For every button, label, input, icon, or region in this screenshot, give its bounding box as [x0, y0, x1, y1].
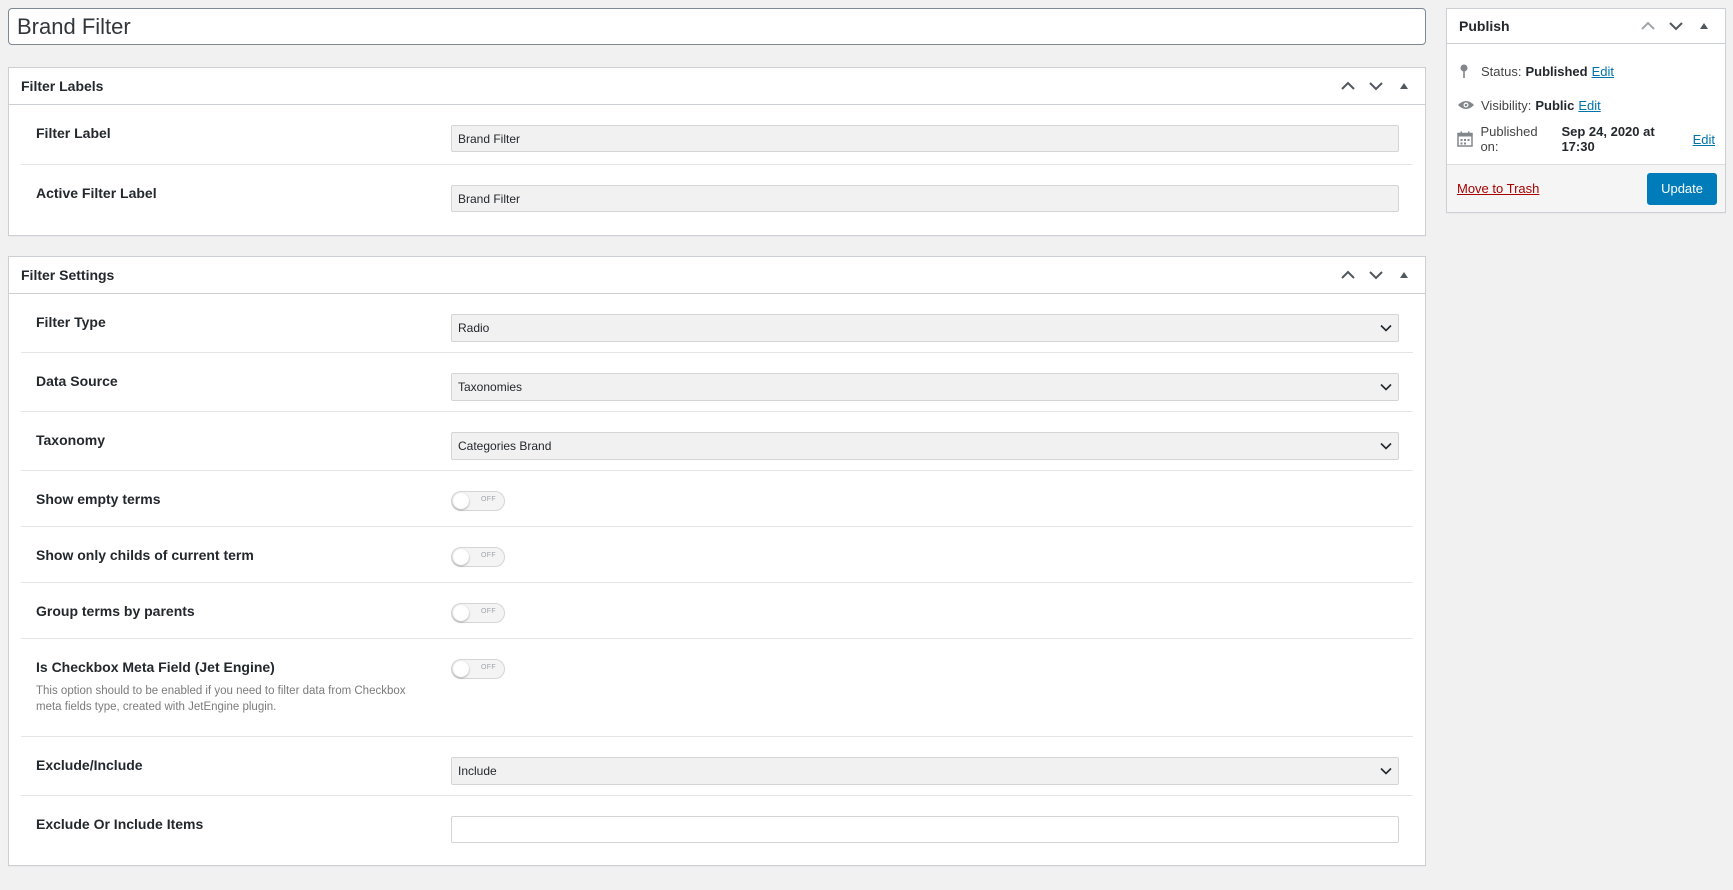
taxonomy-value: Categories Brand — [458, 439, 552, 453]
taxonomy-select[interactable]: Categories Brand — [451, 432, 1399, 460]
exclude-include-value: Include — [458, 764, 497, 778]
exclude-include-label: Exclude/Include — [36, 757, 143, 773]
active-filter-label-label: Active Filter Label — [36, 185, 157, 201]
filter-labels-box: Filter Labels Filter Label Brand Filter … — [8, 67, 1426, 236]
switch-state: OFF — [481, 664, 496, 671]
edit-date-link[interactable]: Edit — [1693, 132, 1715, 147]
is-checkbox-meta-label: Is Checkbox Meta Field (Jet Engine) — [36, 659, 275, 675]
chevron-down-icon — [1380, 767, 1392, 775]
status-value: Published — [1525, 63, 1588, 79]
filter-type-row: Filter Type Radio — [21, 294, 1413, 353]
edit-status-link[interactable]: Edit — [1592, 64, 1614, 79]
move-down-button[interactable] — [1663, 13, 1689, 39]
filter-labels-title: Filter Labels — [21, 78, 104, 94]
exclude-include-row: Exclude/Include Include — [21, 737, 1413, 796]
show-empty-terms-label: Show empty terms — [36, 491, 161, 507]
switch-knob — [453, 661, 469, 677]
toggle-panel-button[interactable] — [1391, 73, 1417, 99]
exclude-include-items-row: Exclude Or Include Items — [21, 796, 1413, 865]
show-only-childs-label: Show only childs of current term — [36, 547, 254, 563]
triangle-up-icon — [1400, 83, 1408, 89]
move-down-button[interactable] — [1363, 262, 1389, 288]
exclude-include-select[interactable]: Include — [451, 757, 1399, 785]
chevron-down-icon — [1380, 324, 1392, 332]
move-up-button[interactable] — [1635, 13, 1661, 39]
filter-settings-title: Filter Settings — [21, 267, 115, 283]
active-filter-label-row: Active Filter Label Brand Filter — [21, 165, 1413, 235]
filter-settings-box: Filter Settings Filter Type Radio Data S… — [8, 256, 1426, 866]
switch-knob — [453, 605, 469, 621]
eye-icon — [1457, 99, 1481, 111]
filter-type-value: Radio — [458, 321, 490, 335]
filter-label-input[interactable]: Brand Filter — [451, 125, 1399, 152]
exclude-include-items-input[interactable] — [451, 816, 1399, 843]
publish-actions: Move to Trash Update — [1447, 164, 1725, 212]
switch-knob — [453, 549, 469, 565]
switch-state: OFF — [481, 608, 496, 615]
switch-knob — [453, 493, 469, 509]
edit-visibility-link[interactable]: Edit — [1578, 98, 1600, 113]
triangle-up-icon — [1400, 272, 1408, 278]
taxonomy-row: Taxonomy Categories Brand — [21, 412, 1413, 471]
group-terms-switch[interactable]: OFF — [451, 603, 505, 623]
toggle-panel-button[interactable] — [1691, 13, 1717, 39]
sidebar: Publish Status: Published Edit Visibilit… — [1446, 8, 1726, 213]
status-row: Status: Published Edit — [1457, 54, 1715, 88]
group-terms-row: Group terms by parents OFF — [21, 583, 1413, 639]
status-label: Status: — [1481, 63, 1522, 79]
publish-title: Publish — [1459, 18, 1510, 34]
calendar-icon — [1457, 131, 1480, 147]
chevron-down-icon — [1380, 383, 1392, 391]
exclude-include-items-label: Exclude Or Include Items — [36, 816, 204, 832]
chevron-down-icon — [1669, 22, 1683, 31]
show-empty-terms-row: Show empty terms OFF — [21, 471, 1413, 527]
show-only-childs-row: Show only childs of current term OFF — [21, 527, 1413, 583]
taxonomy-label: Taxonomy — [36, 432, 105, 448]
group-terms-label: Group terms by parents — [36, 603, 195, 619]
visibility-row: Visibility: Public Edit — [1457, 88, 1715, 122]
publish-header: Publish — [1447, 9, 1725, 44]
main-column: Brand Filter Filter Labels Filter Label … — [8, 8, 1426, 866]
filter-label-label: Filter Label — [36, 125, 111, 141]
filter-labels-header: Filter Labels — [9, 68, 1425, 105]
is-checkbox-meta-switch[interactable]: OFF — [451, 659, 505, 679]
filter-label-row: Filter Label Brand Filter — [21, 105, 1413, 165]
active-filter-label-input[interactable]: Brand Filter — [451, 185, 1399, 212]
published-on-label: Published on: — [1480, 124, 1538, 154]
triangle-up-icon — [1700, 23, 1708, 29]
published-on-row: Published on: Sep 24, 2020 at 17:30 Edit — [1457, 122, 1715, 156]
data-source-value: Taxonomies — [458, 380, 523, 394]
visibility-label: Visibility: — [1481, 97, 1532, 113]
filter-type-select[interactable]: Radio — [451, 314, 1399, 342]
chevron-down-icon — [1369, 271, 1383, 280]
move-up-button[interactable] — [1335, 262, 1361, 288]
filter-type-label: Filter Type — [36, 314, 106, 330]
switch-state: OFF — [481, 496, 496, 503]
data-source-label: Data Source — [36, 373, 118, 389]
chevron-up-icon — [1341, 270, 1355, 279]
switch-state: OFF — [481, 552, 496, 559]
toggle-panel-button[interactable] — [1391, 262, 1417, 288]
published-on-value: Sep 24, 2020 at 17:30 — [1561, 124, 1655, 154]
post-title-input[interactable]: Brand Filter — [8, 8, 1426, 45]
show-only-childs-switch[interactable]: OFF — [451, 547, 505, 567]
data-source-row: Data Source Taxonomies — [21, 353, 1413, 412]
pin-icon — [1457, 63, 1481, 79]
visibility-value: Public — [1535, 97, 1575, 113]
chevron-down-icon — [1369, 82, 1383, 91]
chevron-down-icon — [1380, 442, 1392, 450]
data-source-select[interactable]: Taxonomies — [451, 373, 1399, 401]
update-button[interactable]: Update — [1647, 172, 1717, 205]
move-up-button[interactable] — [1335, 73, 1361, 99]
move-to-trash-link[interactable]: Move to Trash — [1457, 181, 1539, 196]
move-down-button[interactable] — [1363, 73, 1389, 99]
chevron-up-icon — [1341, 81, 1355, 90]
is-checkbox-meta-row: Is Checkbox Meta Field (Jet Engine) This… — [21, 639, 1413, 737]
show-empty-terms-switch[interactable]: OFF — [451, 491, 505, 511]
publish-box: Publish Status: Published Edit Visibilit… — [1446, 8, 1726, 213]
chevron-up-icon — [1641, 21, 1655, 30]
is-checkbox-meta-description: This option should to be enabled if you … — [36, 685, 406, 713]
filter-settings-header: Filter Settings — [9, 257, 1425, 294]
